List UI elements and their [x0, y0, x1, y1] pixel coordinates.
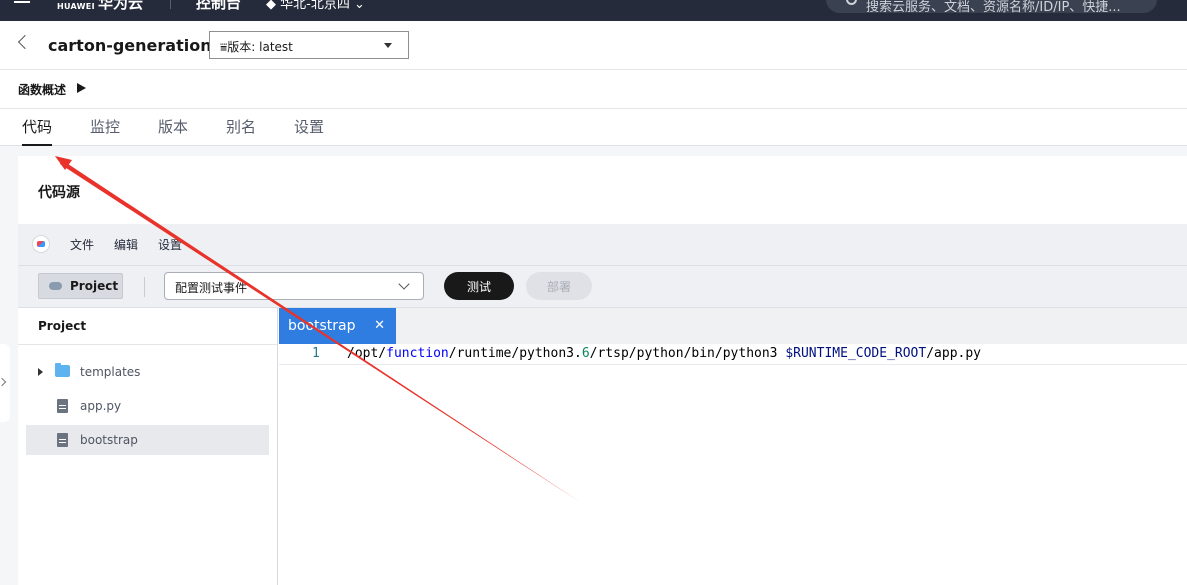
function-name: carton-generation — [48, 36, 212, 55]
overview-label: 函数概述 — [18, 83, 67, 97]
code-segment: /rtsp/python/bin/python3 — [589, 346, 786, 361]
huawei-logo[interactable]: HUAWEI — [57, 2, 95, 11]
file-icon — [57, 433, 68, 447]
code-line[interactable]: 1 /opt/function/runtime/python3.6/rtsp/p… — [279, 345, 1187, 365]
tab-versions[interactable]: 版本 — [158, 116, 188, 146]
project-explorer: Project templates app.py bootstrap — [18, 308, 278, 585]
code-segment: /runtime/python3. — [448, 346, 582, 361]
console-link[interactable]: 控制台 — [196, 0, 241, 13]
version-select[interactable]: ⩸版本: latest — [209, 31, 409, 59]
pane-divider — [18, 344, 277, 345]
panel-title: 代码源 — [38, 185, 80, 201]
function-header: carton-generation ⩸版本: latest — [0, 21, 1187, 70]
code-keyword: function — [386, 346, 449, 361]
editor-tab-bootstrap[interactable]: bootstrap ✕ — [279, 308, 396, 344]
project-pane-title: Project — [38, 319, 87, 333]
tree-item-label: templates — [80, 365, 141, 379]
back-arrow-icon[interactable] — [17, 34, 33, 50]
chevron-right-icon — [0, 377, 7, 387]
brand-name[interactable]: 华为云 — [98, 0, 143, 13]
code-text[interactable]: /opt/function/runtime/python3.6/rtsp/pyt… — [347, 346, 981, 361]
deploy-button[interactable]: 部署 — [526, 272, 592, 300]
sidebar-expand-handle[interactable] — [0, 344, 10, 422]
caret-down-icon — [384, 43, 392, 48]
tab-settings[interactable]: 设置 — [294, 116, 324, 146]
line-number: 1 — [312, 346, 320, 361]
project-button-label: Project — [70, 279, 119, 293]
ide-toolbar: Project 配置测试事件 测试 部署 — [18, 266, 1187, 308]
version-value: 版本: latest — [227, 40, 293, 54]
code-segment: /opt/ — [347, 346, 387, 361]
tree-item-templates[interactable]: templates — [26, 357, 269, 387]
test-event-value: 配置测试事件 — [175, 281, 248, 295]
menu-edit[interactable]: 编辑 — [114, 236, 138, 253]
tab-monitoring[interactable]: 监控 — [90, 116, 120, 146]
tab-code[interactable]: 代码 — [22, 116, 53, 146]
editor-tab-label: bootstrap — [288, 318, 356, 334]
hamburger-menu-icon[interactable] — [14, 0, 30, 6]
function-tabs: 代码 监控 版本 别名 设置 — [0, 109, 1187, 146]
tree-item-label: bootstrap — [80, 433, 138, 447]
menu-settings[interactable]: 设置 — [158, 236, 182, 253]
test-button[interactable]: 测试 — [444, 272, 514, 300]
global-search-input[interactable]: 搜索云服务、文档、资源名称/ID/IP、快捷... — [826, 0, 1157, 13]
tree-item-label: app.py — [80, 399, 122, 413]
code-editor[interactable]: bootstrap ✕ 1 /opt/function/runtime/pyth… — [279, 308, 1187, 585]
code-number: 6 — [581, 346, 590, 361]
expand-triangle-icon[interactable] — [77, 83, 86, 93]
folder-icon — [55, 363, 70, 377]
file-icon — [57, 399, 68, 413]
function-overview-section[interactable]: 函数概述 — [0, 70, 1187, 109]
region-label: 华北-北京四 — [280, 0, 350, 12]
tab-aliases[interactable]: 别名 — [226, 116, 256, 146]
project-button[interactable]: Project — [38, 273, 123, 299]
cloud-icon — [49, 282, 62, 290]
test-event-select[interactable]: 配置测试事件 — [164, 272, 424, 300]
ide-logo-icon — [32, 235, 50, 253]
tree-item-app-py[interactable]: app.py — [26, 391, 269, 421]
chevron-down-icon — [398, 278, 410, 290]
expand-arrow-icon[interactable] — [38, 368, 43, 376]
code-segment: /app.py — [926, 346, 982, 361]
top-navigation-bar: HUAWEI 华为云 控制台 ◆ 华北-北京四 ⌄ 搜索云服务、文档、资源名称/… — [0, 0, 1187, 21]
menu-file[interactable]: 文件 — [70, 236, 94, 253]
close-icon[interactable]: ✕ — [374, 318, 385, 333]
ide-menu-bar: 文件 编辑 设置 — [18, 224, 1187, 266]
code-source-panel: 代码源 文件 编辑 设置 Project 配置测试事件 测试 部署 Projec… — [18, 156, 1187, 585]
topbar-divider — [170, 0, 171, 9]
region-selector[interactable]: ◆ 华北-北京四 ⌄ — [266, 0, 365, 12]
toolbar-divider — [144, 277, 145, 297]
editor-tab-bar: bootstrap ✕ — [279, 308, 1187, 344]
tree-item-bootstrap[interactable]: bootstrap — [26, 425, 269, 455]
code-variable: $RUNTIME_CODE_ROOT — [785, 346, 927, 361]
